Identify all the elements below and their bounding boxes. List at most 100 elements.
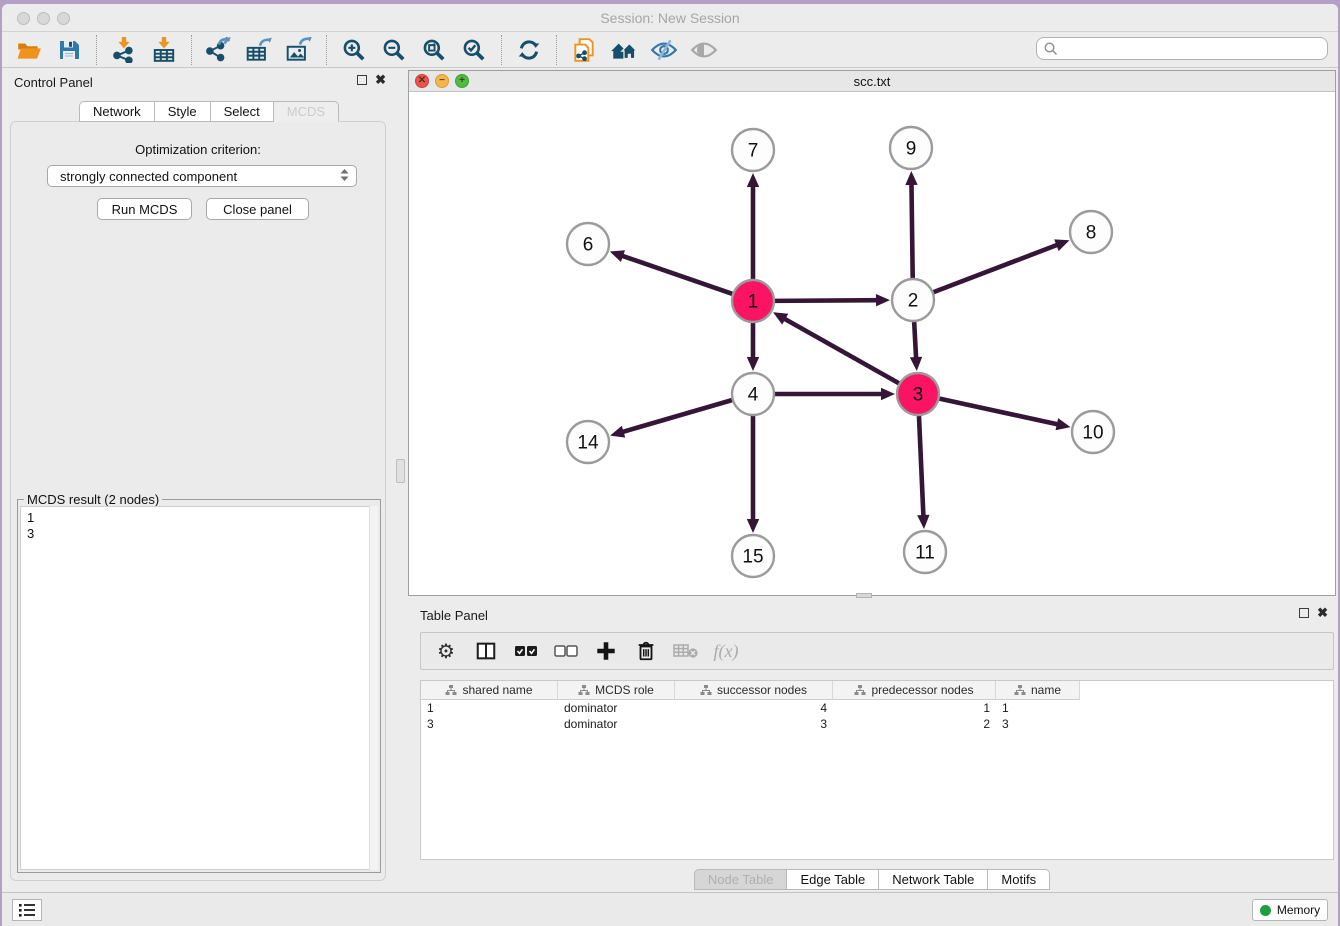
table-cell[interactable]: 3 [675,716,833,732]
export-network-icon[interactable] [204,35,234,65]
select-all-checkboxes-icon[interactable] [513,638,539,664]
graph-node-label-10: 10 [1082,423,1103,444]
export-table-icon[interactable] [244,35,274,65]
split-columns-icon[interactable] [473,638,499,664]
save-session-icon[interactable] [54,35,84,65]
table-cell[interactable]: 2 [833,716,996,732]
edge-2-9[interactable] [911,181,912,278]
horizontal-splitter-handle[interactable] [856,593,872,598]
control-panel-tabs: Network Style Select MCDS [79,101,339,122]
app-title: Session: New Session [2,10,1338,26]
tab-network[interactable]: Network [79,101,155,122]
arrowhead-4-14 [610,426,625,438]
column-header-shared-name[interactable]: shared name [421,681,558,700]
deselect-all-checkboxes-icon[interactable] [553,638,579,664]
home-icon[interactable] [609,35,639,65]
tab-edge-table[interactable]: Edge Table [787,869,879,890]
zoom-selected-icon[interactable] [459,35,489,65]
network-canvas[interactable]: 7968124314101511 [409,92,1335,595]
table-cell[interactable]: 1 [833,700,996,716]
network-window-titlebar[interactable]: ✕ − + scc.txt [409,71,1335,92]
edge-2-3[interactable] [914,322,916,361]
edge-3-10[interactable] [939,399,1060,425]
table-row[interactable]: 1dominator411 [421,700,1333,716]
close-panel-icon[interactable]: ✖ [375,75,386,85]
mcds-result-title: MCDS result (2 nodes) [24,492,162,507]
result-scrollbar[interactable] [369,506,378,870]
search-field[interactable] [1036,37,1328,60]
close-panel-button[interactable]: Close panel [206,198,309,220]
tab-mcds[interactable]: MCDS [274,101,339,122]
panel-splitter-handle[interactable] [396,459,405,483]
arrowhead-2-3 [910,357,922,371]
arrowhead-2-8 [1054,239,1069,251]
arrowhead-1-2 [876,294,890,306]
tab-style[interactable]: Style [155,101,211,122]
add-column-icon[interactable] [593,638,619,664]
memory-label: Memory [1277,903,1320,917]
column-header-MCDS-role[interactable]: MCDS role [558,681,675,700]
clone-network-icon[interactable] [569,35,599,65]
hide-eye-icon[interactable] [649,35,679,65]
show-panels-button[interactable] [12,899,42,921]
network-view-window: ✕ − + scc.txt 7968124314101511 [408,70,1336,596]
memory-button[interactable]: Memory [1252,899,1328,921]
edge-4-14[interactable] [620,400,732,433]
close-table-panel-icon[interactable]: ✖ [1317,608,1328,618]
edge-2-8[interactable] [934,244,1061,292]
column-header-predecessor-nodes[interactable]: predecessor nodes [833,681,996,700]
graph-node-label-3: 3 [913,385,924,406]
arrowhead-2-9 [905,171,917,185]
graph-node-label-8: 8 [1086,223,1097,244]
gear-icon[interactable]: ⚙ [433,638,459,664]
search-input[interactable] [1059,42,1327,56]
table-cell[interactable]: dominator [558,716,675,732]
import-network-icon[interactable] [109,35,139,65]
open-folder-icon[interactable] [14,35,44,65]
application-window: Session: New Session [2,4,1338,926]
run-mcds-button[interactable]: Run MCDS [97,198,192,220]
edge-1-6[interactable] [619,255,732,294]
graph-node-label-1: 1 [748,292,759,313]
arrowhead-4-15 [747,519,759,533]
float-table-panel-icon[interactable] [1299,608,1309,618]
arrowhead-3-10 [1056,418,1071,430]
graph-node-label-9: 9 [906,139,917,160]
table-panel-tabs: Node Table Edge Table Network Table Moti… [408,869,1336,890]
table-row[interactable]: 3dominator323 [421,716,1333,732]
tab-node-table[interactable]: Node Table [694,869,788,890]
refresh-icon[interactable] [514,35,544,65]
table-cell[interactable]: 3 [421,716,558,732]
table-cell[interactable]: 4 [675,700,833,716]
delete-column-icon[interactable] [633,638,659,664]
export-image-icon[interactable] [284,35,314,65]
edge-1-2[interactable] [775,300,880,301]
tab-network-table[interactable]: Network Table [879,869,988,890]
table-header-row: shared nameMCDS rolesuccessor nodesprede… [421,681,1333,700]
table-cell[interactable]: 1 [421,700,558,716]
edge-3-11[interactable] [919,416,924,519]
table-cell[interactable]: 3 [996,716,1080,732]
network-graph: 7968124314101511 [409,92,1335,595]
zoom-fit-icon[interactable] [419,35,449,65]
column-header-name[interactable]: name [996,681,1080,700]
tab-motifs[interactable]: Motifs [988,869,1050,890]
mcds-result-text[interactable]: 1 3 [20,506,378,870]
node-table: shared nameMCDS rolesuccessor nodesprede… [420,680,1334,860]
tab-select[interactable]: Select [211,101,274,122]
zoom-in-icon[interactable] [339,35,369,65]
arrowhead-4-3 [881,388,895,400]
eye-disabled-icon [689,35,719,65]
graph-node-label-2: 2 [908,291,919,312]
float-panel-icon[interactable] [357,75,367,85]
table-panel-title: Table Panel [420,608,488,623]
column-header-successor-nodes[interactable]: successor nodes [675,681,833,700]
zoom-out-icon[interactable] [379,35,409,65]
import-table-icon[interactable] [149,35,179,65]
table-cell[interactable]: dominator [558,700,675,716]
edge-3-1[interactable] [782,317,899,383]
table-cell[interactable]: 1 [996,700,1080,716]
criterion-dropdown[interactable]: strongly connected component [47,165,357,187]
network-view-title: scc.txt [409,74,1335,89]
graph-node-label-11: 11 [915,543,935,564]
